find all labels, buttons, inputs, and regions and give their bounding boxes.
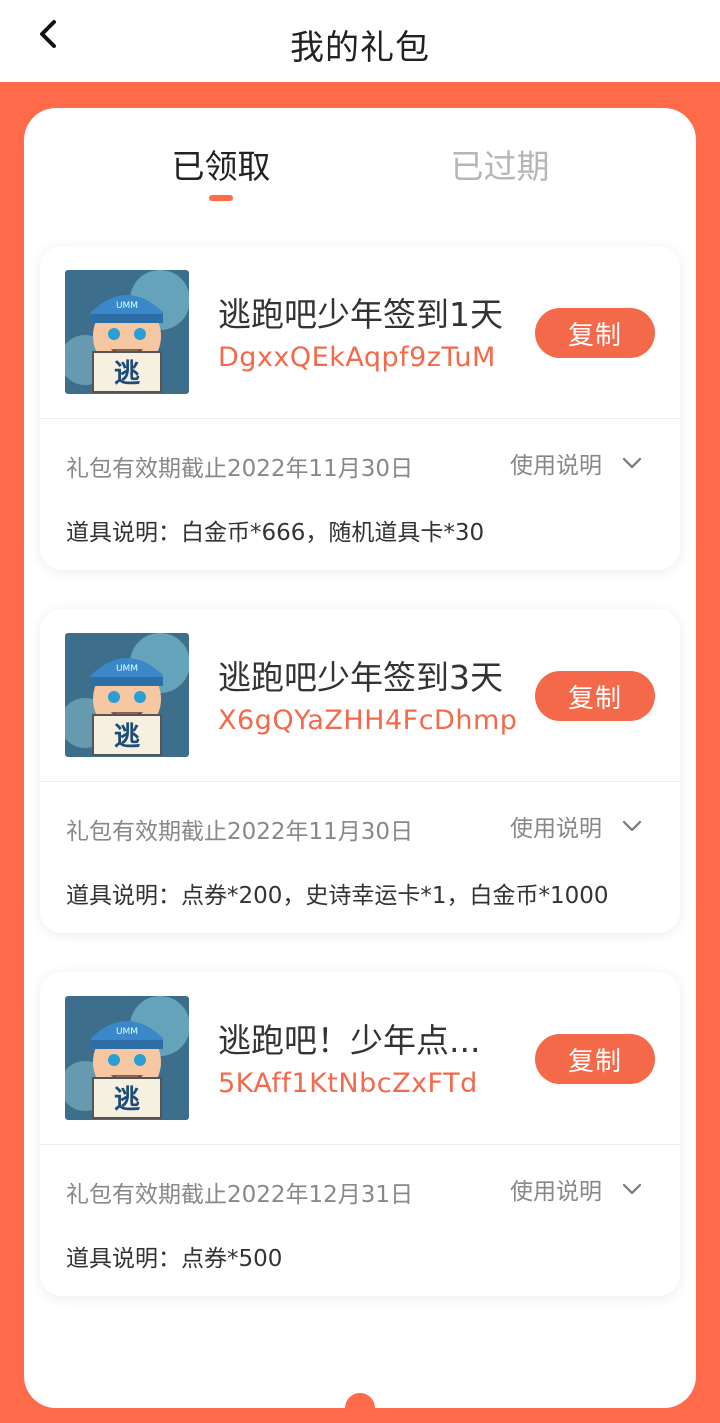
chevron-down-icon [622, 457, 642, 469]
divider [40, 781, 680, 782]
thumb-char: 逃 [114, 722, 140, 752]
tab-expired[interactable]: 已过期 [400, 140, 600, 188]
gift-card: UMM 逃 逃跑吧少年签到1天 DgxxQEkAqpf9zTuM 复制 礼包有效… [40, 246, 680, 570]
items-description: 道具说明：点券*200，史诗幸运卡*1，白金币*1000 [66, 883, 609, 909]
chevron-down-icon [622, 820, 642, 832]
gift-code[interactable]: DgxxQEkAqpf9zTuM [218, 342, 538, 373]
scroll-indicator-dot [345, 1393, 375, 1423]
expiry-date: 礼包有效期截止2022年11月30日 [66, 456, 414, 482]
items-description: 道具说明：白金币*666，随机道具卡*30 [66, 520, 485, 546]
thumb-char: 逃 [114, 1085, 140, 1115]
expiry-date: 礼包有效期截止2022年12月31日 [66, 1182, 414, 1208]
items-description: 道具说明：点券*500 [66, 1246, 283, 1272]
gift-card: UMM 逃 逃跑吧少年签到3天 X6gQYaZHH4FcDhmp 复制 礼包有效… [40, 609, 680, 933]
hat-text: UMM [116, 664, 138, 674]
copy-button[interactable]: 复制 [535, 1034, 655, 1084]
usage-instructions-toggle[interactable]: 使用说明 [510, 809, 642, 843]
hat-text: UMM [116, 1027, 138, 1037]
usage-instructions-label: 使用说明 [510, 816, 602, 842]
gift-code[interactable]: X6gQYaZHH4FcDhmp [218, 705, 538, 736]
gift-name: 逃跑吧！少年点... [218, 1021, 481, 1060]
thumb-char: 逃 [114, 359, 140, 389]
game-thumbnail: UMM 逃 [65, 996, 189, 1120]
page-title: 我的礼包 [290, 28, 430, 68]
game-thumbnail: UMM 逃 [65, 270, 189, 394]
top-bar: 我的礼包 [0, 0, 720, 82]
expiry-date: 礼包有效期截止2022年11月30日 [66, 819, 414, 845]
active-tab-indicator [209, 195, 233, 201]
gift-name: 逃跑吧少年签到3天 [218, 658, 503, 697]
tab-claimed[interactable]: 已领取 [121, 140, 321, 188]
gift-card: UMM 逃 逃跑吧！少年点... 5KAff1KtNbcZxFTd 复制 礼包有… [40, 972, 680, 1296]
divider [40, 418, 680, 419]
usage-instructions-toggle[interactable]: 使用说明 [510, 1172, 642, 1206]
gift-name: 逃跑吧少年签到1天 [218, 295, 503, 334]
chevron-down-icon [622, 1183, 642, 1195]
copy-button[interactable]: 复制 [535, 671, 655, 721]
gift-code[interactable]: 5KAff1KtNbcZxFTd [218, 1068, 538, 1099]
copy-button[interactable]: 复制 [535, 308, 655, 358]
usage-instructions-label: 使用说明 [510, 1179, 602, 1205]
hat-text: UMM [116, 301, 138, 311]
divider [40, 1144, 680, 1145]
usage-instructions-label: 使用说明 [510, 453, 602, 479]
game-thumbnail: UMM 逃 [65, 633, 189, 757]
usage-instructions-toggle[interactable]: 使用说明 [510, 446, 642, 480]
